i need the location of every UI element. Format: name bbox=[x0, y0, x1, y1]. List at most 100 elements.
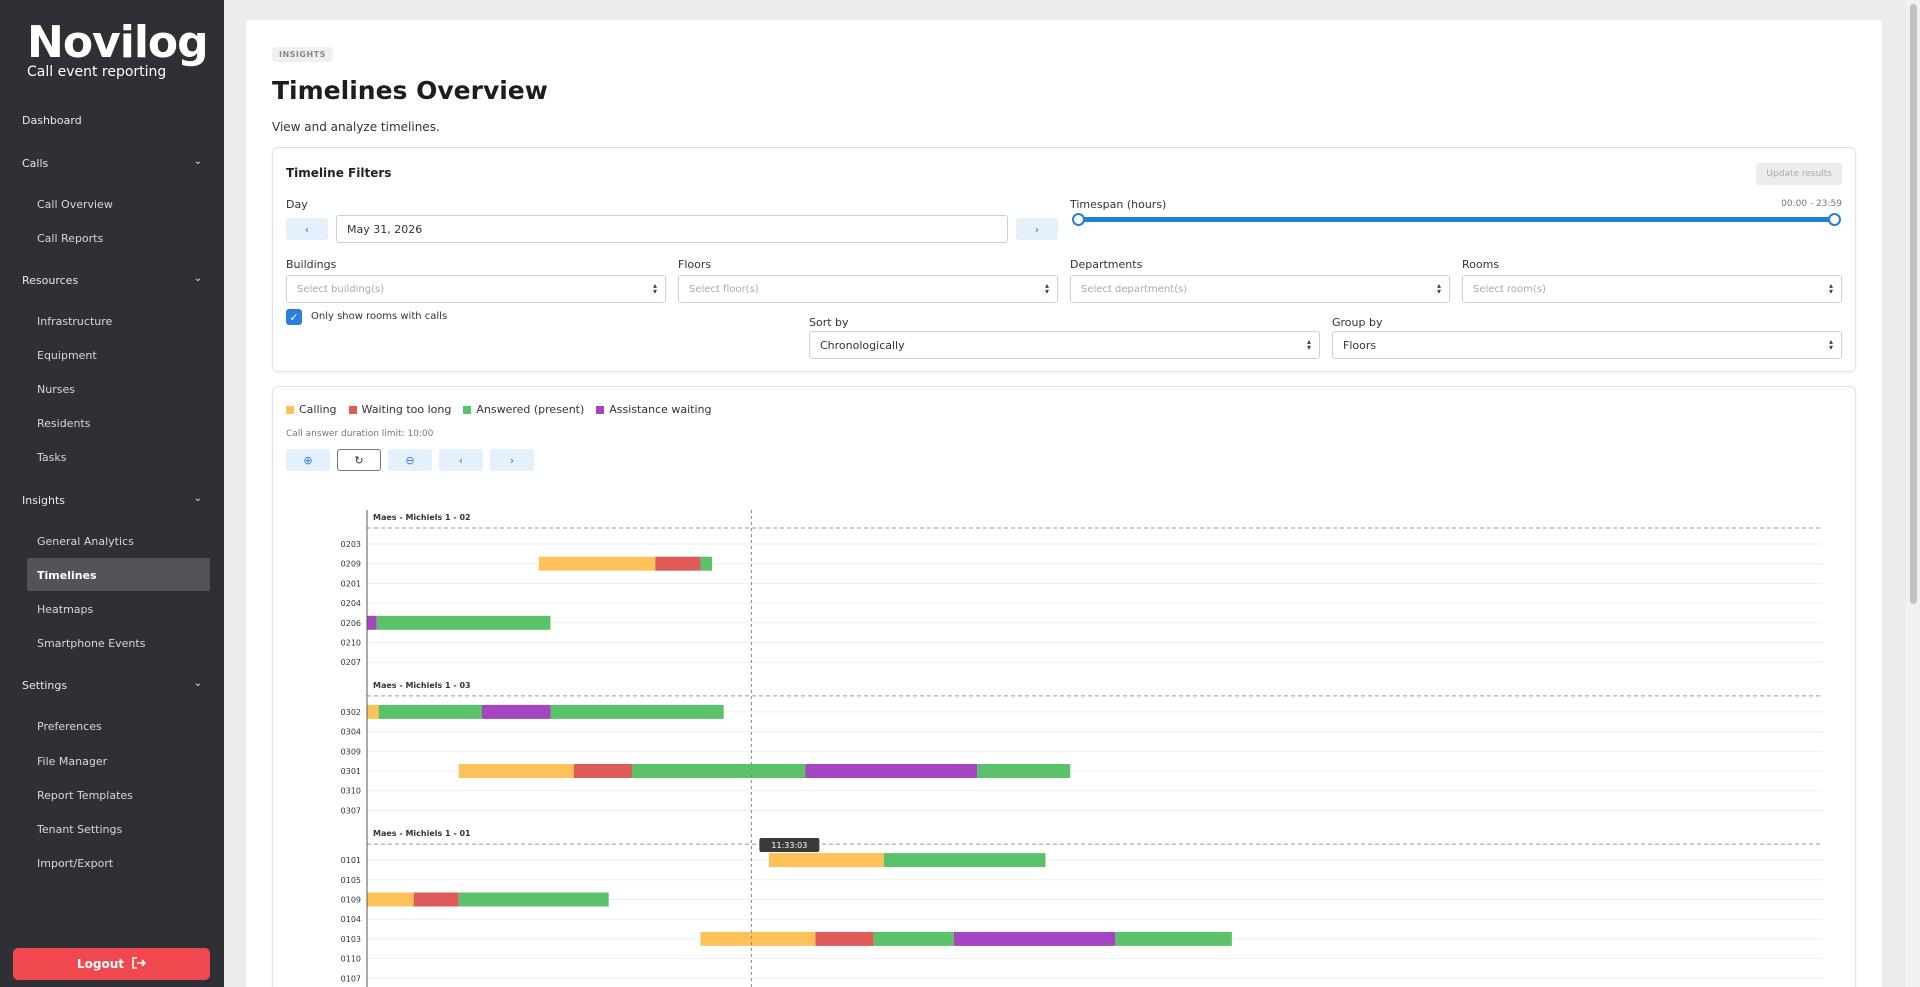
page-title: Timelines Overview bbox=[272, 76, 548, 105]
chevron-down-icon: ⌄ bbox=[193, 273, 202, 284]
sidebar-item-dashboard[interactable]: Dashboard bbox=[22, 114, 82, 127]
timeline-segment-answered[interactable] bbox=[458, 892, 609, 907]
select-arrows-icon: ▴ ▾ bbox=[1436, 281, 1441, 296]
timeline-segment-answered[interactable] bbox=[883, 853, 1046, 868]
timeline-segment-waiting[interactable] bbox=[815, 931, 874, 946]
sidebar-item-nurses[interactable]: Nurses bbox=[37, 383, 75, 396]
sidebar-item-import-export[interactable]: Import/Export bbox=[37, 857, 113, 870]
page-scrollbar[interactable] bbox=[1906, 0, 1920, 987]
departments-select[interactable]: Select department(s) ▴ ▾ bbox=[1070, 275, 1450, 303]
timeline-segment-answered[interactable] bbox=[873, 931, 954, 946]
logout-button[interactable]: Logout bbox=[13, 948, 210, 980]
sidebar-item-residents[interactable]: Residents bbox=[37, 417, 90, 430]
sidebar-group-settings[interactable]: Settings ⌄ bbox=[22, 678, 202, 692]
scrollbar-thumb[interactable] bbox=[1910, 4, 1917, 604]
chevron-down-icon: ⌄ bbox=[193, 493, 202, 504]
sidebar-item-preferences[interactable]: Preferences bbox=[37, 720, 102, 733]
timeline-segment-assistance[interactable] bbox=[367, 615, 377, 630]
sidebar-item-equipment[interactable]: Equipment bbox=[37, 349, 97, 362]
select-arrows-icon: ▴ ▾ bbox=[652, 281, 657, 296]
room-label: 0104 bbox=[341, 915, 361, 924]
sidebar-item-tenant-settings[interactable]: Tenant Settings bbox=[37, 823, 122, 836]
timeline-segment-assistance[interactable] bbox=[482, 704, 551, 719]
sidebar-item-report-templates[interactable]: Report Templates bbox=[37, 789, 133, 802]
logo[interactable]: Novilog Call event reporting bbox=[27, 17, 209, 81]
timeline-segment-assistance[interactable] bbox=[805, 764, 978, 778]
filters-title: Timeline Filters bbox=[286, 166, 392, 180]
sidebar-group-insights[interactable]: Insights ⌄ bbox=[22, 493, 202, 507]
room-label: 0206 bbox=[341, 619, 361, 628]
buildings-placeholder: Select building(s) bbox=[297, 283, 385, 295]
timeline-segment-calling[interactable] bbox=[768, 853, 884, 868]
sort-value: Chronologically bbox=[820, 338, 905, 352]
timeline-chart[interactable]: Maes - Michiels 1 - 02 0203 0209 0201 0204 02… bbox=[273, 387, 1856, 987]
rooms-placeholder: Select room(s) bbox=[1473, 283, 1546, 295]
select-arrows-icon: ▴ ▾ bbox=[1306, 337, 1311, 352]
timeline-segment-waiting[interactable] bbox=[655, 556, 701, 571]
sidebar-item-smartphone-events[interactable]: Smartphone Events bbox=[37, 637, 145, 650]
rooms-select[interactable]: Select room(s) ▴ ▾ bbox=[1462, 275, 1842, 303]
departments-label: Departments bbox=[1070, 258, 1143, 271]
day-label: Day bbox=[286, 198, 308, 211]
update-results-button[interactable]: Update results bbox=[1756, 163, 1842, 185]
chevron-left-icon: ‹ bbox=[304, 222, 310, 236]
checkmark-icon: ✓ bbox=[289, 310, 299, 324]
room-label: 0307 bbox=[341, 806, 361, 815]
timeline-segment-answered[interactable] bbox=[700, 556, 713, 571]
room-label: 0304 bbox=[341, 728, 361, 737]
timeline-segment-assistance[interactable] bbox=[953, 931, 1116, 946]
timeline-segment-answered[interactable] bbox=[1115, 931, 1232, 946]
day-input[interactable]: May 31, 2026 bbox=[336, 215, 1008, 243]
room-label: 0301 bbox=[341, 767, 361, 776]
sidebar-item-file-manager[interactable]: File Manager bbox=[37, 755, 107, 768]
floors-select[interactable]: Select floor(s) ▴ ▾ bbox=[678, 275, 1058, 303]
sidebar-item-call-reports[interactable]: Call Reports bbox=[37, 232, 103, 245]
room-label: 0309 bbox=[341, 747, 361, 756]
sidebar-item-timelines[interactable]: Timelines bbox=[37, 569, 97, 582]
timeline-segment-calling[interactable] bbox=[700, 931, 816, 946]
sort-select[interactable]: Chronologically ▴ ▾ bbox=[809, 331, 1320, 359]
sidebar: Novilog Call event reporting Dashboard C… bbox=[0, 0, 224, 987]
sidebar-item-general-analytics[interactable]: General Analytics bbox=[37, 535, 134, 548]
sidebar-item-call-overview[interactable]: Call Overview bbox=[37, 198, 113, 211]
sidebar-group-calls[interactable]: Calls ⌄ bbox=[22, 156, 202, 170]
main-content: INSIGHTS Timelines Overview View and ana… bbox=[246, 20, 1882, 987]
timeline-segment-calling[interactable] bbox=[367, 892, 414, 907]
sidebar-group-resources[interactable]: Resources ⌄ bbox=[22, 273, 202, 287]
only-rooms-label: Only show rooms with calls bbox=[311, 311, 448, 322]
timeline-segment-calling[interactable] bbox=[458, 764, 574, 778]
timeline-segment-answered[interactable] bbox=[376, 615, 551, 630]
timespan-slider-track[interactable] bbox=[1078, 217, 1834, 222]
next-day-button[interactable]: › bbox=[1016, 218, 1058, 240]
timeline-segment-answered[interactable] bbox=[550, 704, 724, 719]
sidebar-item-infrastructure[interactable]: Infrastructure bbox=[37, 315, 112, 328]
logo-main: Novilog bbox=[27, 17, 209, 68]
timeline-segment-calling[interactable] bbox=[367, 704, 379, 719]
room-label: 0105 bbox=[341, 876, 361, 885]
floors-placeholder: Select floor(s) bbox=[689, 283, 759, 295]
cursor-tooltip-text: 11:33:03 bbox=[771, 841, 807, 850]
group-value: Floors bbox=[1343, 338, 1377, 352]
room-label: 0302 bbox=[341, 708, 361, 717]
timespan-end-handle[interactable] bbox=[1828, 213, 1841, 226]
timeline-segment-waiting[interactable] bbox=[413, 892, 459, 907]
sidebar-item-tasks[interactable]: Tasks bbox=[37, 451, 66, 464]
prev-day-button[interactable]: ‹ bbox=[286, 218, 328, 240]
group-label: Maes - Michiels 1 - 02 bbox=[373, 513, 471, 522]
sidebar-item-heatmaps[interactable]: Heatmaps bbox=[37, 603, 93, 616]
timeline-segment-calling[interactable] bbox=[538, 556, 656, 571]
select-arrows-icon: ▴ ▾ bbox=[1044, 281, 1049, 296]
timeline-segment-answered[interactable] bbox=[631, 764, 806, 778]
timeline-segment-answered[interactable] bbox=[977, 764, 1071, 778]
floors-label: Floors bbox=[678, 258, 712, 271]
group-label: Group by bbox=[1332, 316, 1383, 329]
only-rooms-checkbox[interactable]: ✓ bbox=[286, 309, 302, 325]
chevron-down-icon: ⌄ bbox=[193, 156, 202, 167]
timeline-segment-waiting[interactable] bbox=[573, 764, 632, 778]
timeline-panel: Calling Waiting too long Answered (prese… bbox=[272, 386, 1856, 987]
group-select[interactable]: Floors ▴ ▾ bbox=[1332, 331, 1842, 359]
buildings-select[interactable]: Select building(s) ▴ ▾ bbox=[286, 275, 666, 303]
timeline-segment-answered[interactable] bbox=[378, 704, 483, 719]
timespan-start-handle[interactable] bbox=[1072, 213, 1085, 226]
room-label: 0203 bbox=[341, 540, 361, 549]
